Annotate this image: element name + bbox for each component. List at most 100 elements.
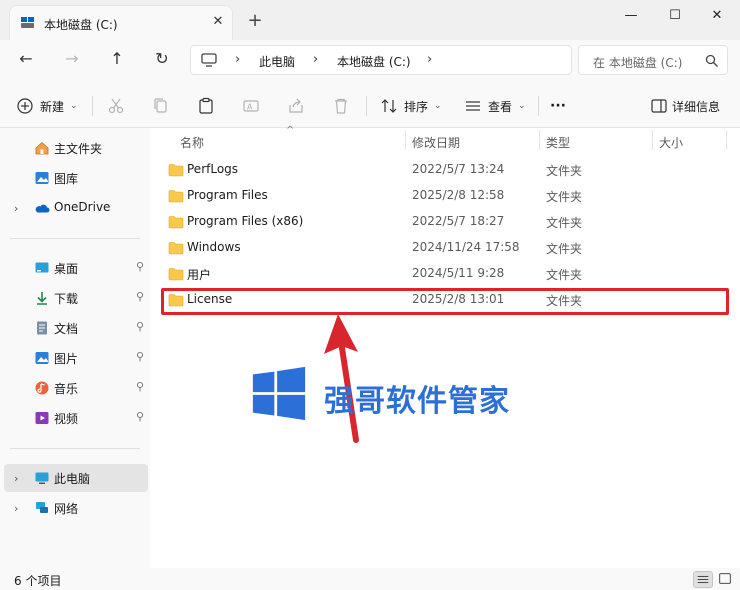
plus-circle-icon — [17, 98, 33, 114]
sidebar-item-music[interactable]: 音乐 ⚲ — [4, 374, 148, 402]
column-header-date[interactable]: 修改日期 — [412, 134, 460, 151]
cloud-icon — [35, 204, 50, 213]
search-icon — [705, 54, 718, 67]
sidebar-divider — [10, 448, 140, 449]
sort-button[interactable]: 排序 ⌄ — [380, 94, 442, 118]
sidebar-item-documents[interactable]: 文档 ⚲ — [4, 314, 148, 342]
column-header-type[interactable]: 类型 — [546, 134, 570, 151]
expand-chevron-icon[interactable]: › — [14, 472, 18, 485]
sidebar-item-onedrive[interactable]: › OneDrive — [4, 194, 148, 222]
sidebar-item-pictures[interactable]: 图片 ⚲ — [4, 344, 148, 372]
tiles-view-button[interactable] — [716, 571, 736, 588]
breadcrumb-local-disk[interactable]: 本地磁盘 (C:) — [337, 53, 411, 70]
file-date: 2024/5/11 9:28 — [412, 266, 505, 280]
sidebar-item-network[interactable]: › 网络 — [4, 494, 148, 522]
share-button[interactable] — [287, 94, 305, 118]
column-divider[interactable] — [405, 130, 406, 150]
paste-button[interactable] — [197, 94, 215, 118]
details-label: 详细信息 — [672, 99, 721, 114]
share-icon — [289, 98, 303, 113]
breadcrumb-separator: › — [427, 52, 433, 67]
new-tab-button[interactable]: + — [244, 11, 266, 33]
file-date: 2024/11/24 17:58 — [412, 240, 520, 254]
windows-logo-icon — [252, 366, 306, 421]
sidebar-item-gallery[interactable]: 图库 — [4, 164, 148, 192]
file-type: 文件夹 — [546, 216, 583, 230]
details-view-icon — [697, 575, 709, 584]
maximize-button[interactable]: ☐ — [652, 4, 698, 30]
sidebar-item-label: 音乐 — [54, 382, 79, 396]
details-view-button[interactable] — [693, 571, 713, 588]
pin-icon: ⚲ — [136, 350, 145, 363]
rename-button[interactable]: A — [242, 94, 260, 118]
tab-local-disk[interactable]: 本地磁盘 (C:) ✕ — [9, 5, 233, 40]
file-row[interactable]: Program Files (x86) 2022/5/7 18:27 文件夹 — [160, 210, 730, 234]
pin-icon: ⚲ — [136, 320, 145, 333]
breadcrumb-separator: › — [313, 52, 319, 67]
delete-button[interactable] — [332, 94, 350, 118]
desktop-icon — [35, 262, 49, 273]
chevron-down-icon: ⌄ — [70, 101, 78, 111]
sidebar-divider — [10, 238, 140, 239]
scissors-icon — [108, 98, 124, 114]
file-type: 文件夹 — [546, 268, 583, 282]
sidebar-item-label: 图片 — [54, 352, 79, 366]
file-row[interactable]: 用户 2024/5/11 9:28 文件夹 — [160, 262, 730, 286]
sidebar-item-label: 视频 — [54, 412, 79, 426]
view-button[interactable]: 查看 ⌄ — [464, 94, 526, 118]
chevron-down-icon: ⌄ — [518, 101, 526, 111]
sidebar-item-label: 主文件夹 — [54, 142, 103, 156]
minimize-button[interactable]: — — [608, 4, 654, 30]
search-input[interactable]: 在 本地磁盘 (C:) — [593, 54, 682, 71]
file-row[interactable]: PerfLogs 2022/5/7 13:24 文件夹 — [160, 158, 730, 182]
sidebar-item-label: OneDrive — [54, 200, 111, 214]
file-row[interactable]: Windows 2024/11/24 17:58 文件夹 — [160, 236, 730, 260]
sidebar-item-this-pc[interactable]: › 此电脑 — [4, 464, 148, 492]
watermark: 强哥软件管家 — [250, 364, 520, 424]
new-button[interactable]: 新建 ⌄ — [16, 94, 78, 118]
details-pane-button[interactable]: 详细信息 — [650, 94, 720, 118]
folder-icon — [168, 190, 184, 203]
column-divider[interactable] — [652, 130, 653, 150]
file-name: Program Files (x86) — [187, 214, 304, 228]
trash-icon — [335, 98, 347, 114]
expand-chevron-icon[interactable]: › — [14, 202, 18, 215]
folder-icon — [168, 164, 184, 177]
copy-icon — [154, 98, 167, 113]
column-header-name[interactable]: 名称 — [180, 134, 204, 151]
highlight-annotation-box — [161, 288, 729, 315]
cut-button[interactable] — [107, 94, 125, 118]
sidebar-item-videos[interactable]: 视频 ⚲ — [4, 404, 148, 432]
column-header-size[interactable]: 大小 — [659, 134, 683, 151]
file-row[interactable]: Program Files 2025/2/8 12:58 文件夹 — [160, 184, 730, 208]
navigation-bar: ← → ↑ ↻ › 此电脑 › 本地磁盘 (C:) › 在 本地磁盘 (C:) — [0, 40, 740, 82]
more-options-button[interactable]: ··· — [550, 94, 566, 118]
address-bar[interactable]: › 此电脑 › 本地磁盘 (C:) › — [190, 45, 572, 75]
sidebar-item-label: 此电脑 — [54, 472, 91, 486]
up-button[interactable]: ↑ — [103, 48, 131, 72]
sidebar-item-home[interactable]: 主文件夹 — [4, 134, 148, 162]
file-name: 用户 — [187, 268, 212, 282]
column-divider[interactable] — [539, 130, 540, 150]
pc-icon — [35, 472, 49, 484]
sidebar-item-downloads[interactable]: 下载 ⚲ — [4, 284, 148, 312]
music-icon — [35, 381, 49, 395]
search-box[interactable]: 在 本地磁盘 (C:) — [578, 45, 728, 75]
file-type: 文件夹 — [546, 164, 583, 178]
tab-title: 本地磁盘 (C:) — [44, 18, 118, 32]
network-icon — [36, 502, 48, 513]
file-type: 文件夹 — [546, 242, 583, 256]
copy-button[interactable] — [152, 94, 170, 118]
refresh-button[interactable]: ↻ — [148, 48, 176, 72]
rename-icon: A — [243, 100, 259, 112]
breadcrumb-this-pc[interactable]: 此电脑 — [259, 53, 295, 70]
sidebar-item-desktop[interactable]: 桌面 ⚲ — [4, 254, 148, 282]
sidebar-item-label: 网络 — [54, 502, 79, 516]
close-button[interactable]: ✕ — [694, 4, 740, 30]
column-divider[interactable] — [726, 130, 727, 150]
file-date: 2022/5/7 13:24 — [412, 162, 505, 176]
forward-button[interactable]: → — [58, 48, 86, 72]
expand-chevron-icon[interactable]: › — [14, 502, 18, 515]
tab-close-icon[interactable]: ✕ — [208, 12, 228, 32]
back-button[interactable]: ← — [12, 48, 40, 72]
